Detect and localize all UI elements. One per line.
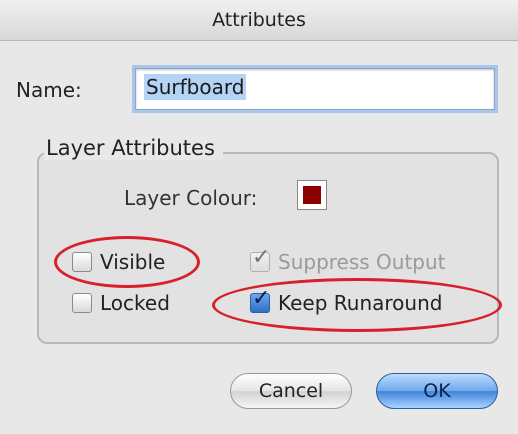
window-title: Attributes [212,9,306,31]
suppress-output-label: Suppress Output [278,250,446,274]
name-label: Name: [16,78,82,102]
suppress-output-checkbox-box[interactable]: ✓ [250,247,270,272]
layer-colour-well[interactable] [297,180,327,210]
group-title: Layer Attributes [44,136,223,160]
layer-colour-label: Layer Colour: [124,186,258,210]
locked-checkbox-box[interactable] [72,293,92,313]
keep-runaround-checkbox-box[interactable]: ✓ [250,288,270,313]
keep-runaround-checkbox[interactable]: ✓ Keep Runaround [250,288,443,315]
checkmark-icon: ✓ [252,286,271,311]
visible-label: Visible [100,250,166,274]
colour-swatch [303,186,321,204]
visible-checkbox[interactable]: Visible [72,250,165,274]
name-input-value: Surfboard [144,74,247,100]
visible-checkbox-box[interactable] [72,252,92,272]
checkmark-icon: ✓ [252,245,271,270]
keep-runaround-label: Keep Runaround [278,291,443,315]
name-input[interactable]: Surfboard [135,68,495,110]
title-bar: Attributes [0,0,518,41]
cancel-button[interactable]: Cancel [230,373,352,409]
locked-checkbox[interactable]: Locked [72,291,170,315]
ok-button[interactable]: OK [376,373,498,409]
suppress-output-checkbox[interactable]: ✓ Suppress Output [250,247,446,274]
locked-label: Locked [100,291,170,315]
